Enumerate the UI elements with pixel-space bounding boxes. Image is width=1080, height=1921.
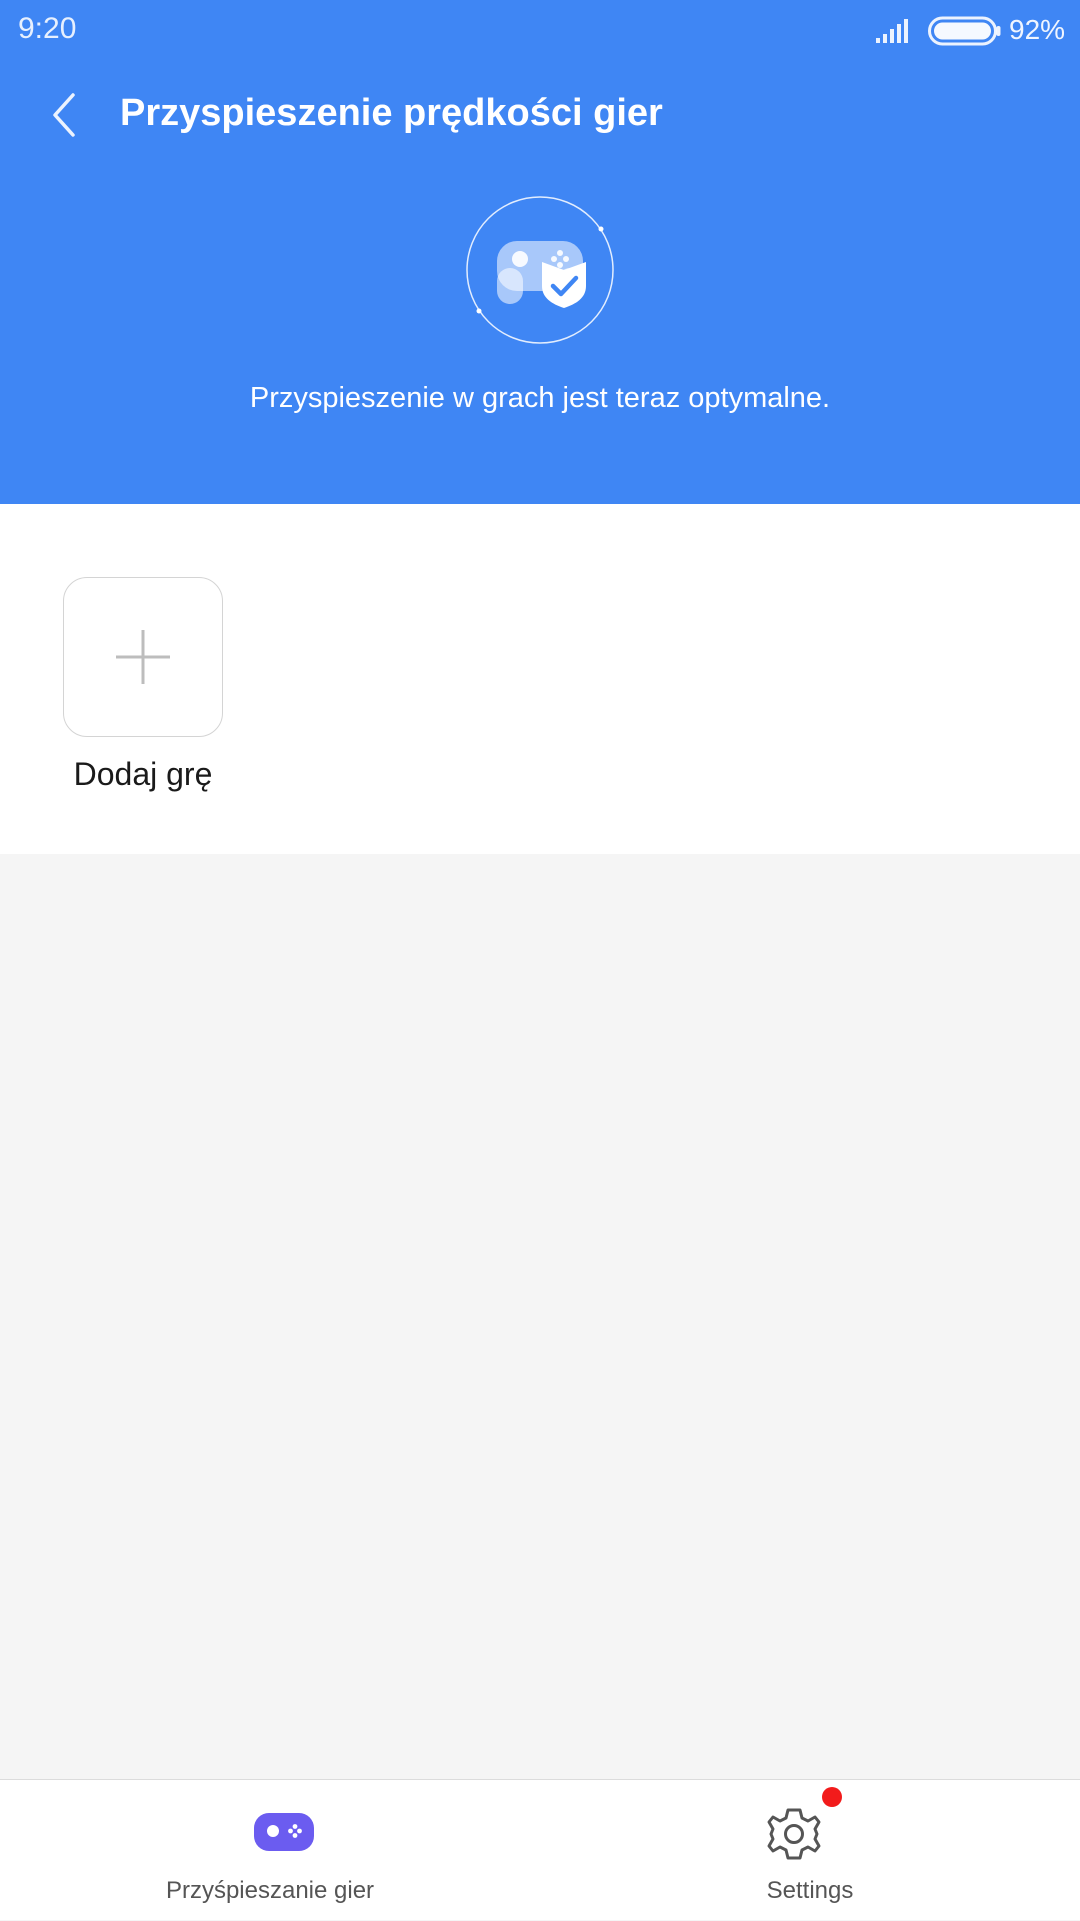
nav-tab-label: Settings	[766, 1877, 854, 1904]
gear-icon	[767, 1808, 821, 1860]
status-bar: 9:20 92%	[0, 0, 1080, 62]
plus-icon	[116, 630, 170, 684]
add-game-label: Dodaj grę	[73, 756, 213, 792]
back-button[interactable]	[36, 82, 92, 148]
nav-tab-game-boost[interactable]: Przyśpieszanie gier	[0, 1780, 540, 1921]
nav-tab-settings[interactable]: Settings	[540, 1780, 1080, 1921]
notification-dot	[822, 1787, 842, 1807]
header: 9:20 92% Przyspieszenie prędkości gier P…	[0, 0, 1080, 504]
gamepad-icon	[254, 1813, 314, 1851]
status-time: 9:20	[18, 12, 77, 45]
add-game-button[interactable]	[63, 577, 223, 737]
page-title: Przyspieszenie prędkości gier	[120, 92, 663, 134]
battery-percent: 92%	[1009, 14, 1066, 45]
chevron-left-icon	[53, 93, 75, 137]
battery-icon	[928, 16, 1001, 46]
cellular-signal-icon	[876, 19, 908, 43]
bottom-nav: Przyśpieszanie gier Settings	[0, 1779, 1080, 1920]
nav-tab-label: Przyśpieszanie gier	[165, 1877, 375, 1904]
boost-status-text: Przyspieszenie w grach jest teraz optyma…	[249, 382, 831, 414]
gamepad-shield-check-icon	[466, 196, 614, 344]
